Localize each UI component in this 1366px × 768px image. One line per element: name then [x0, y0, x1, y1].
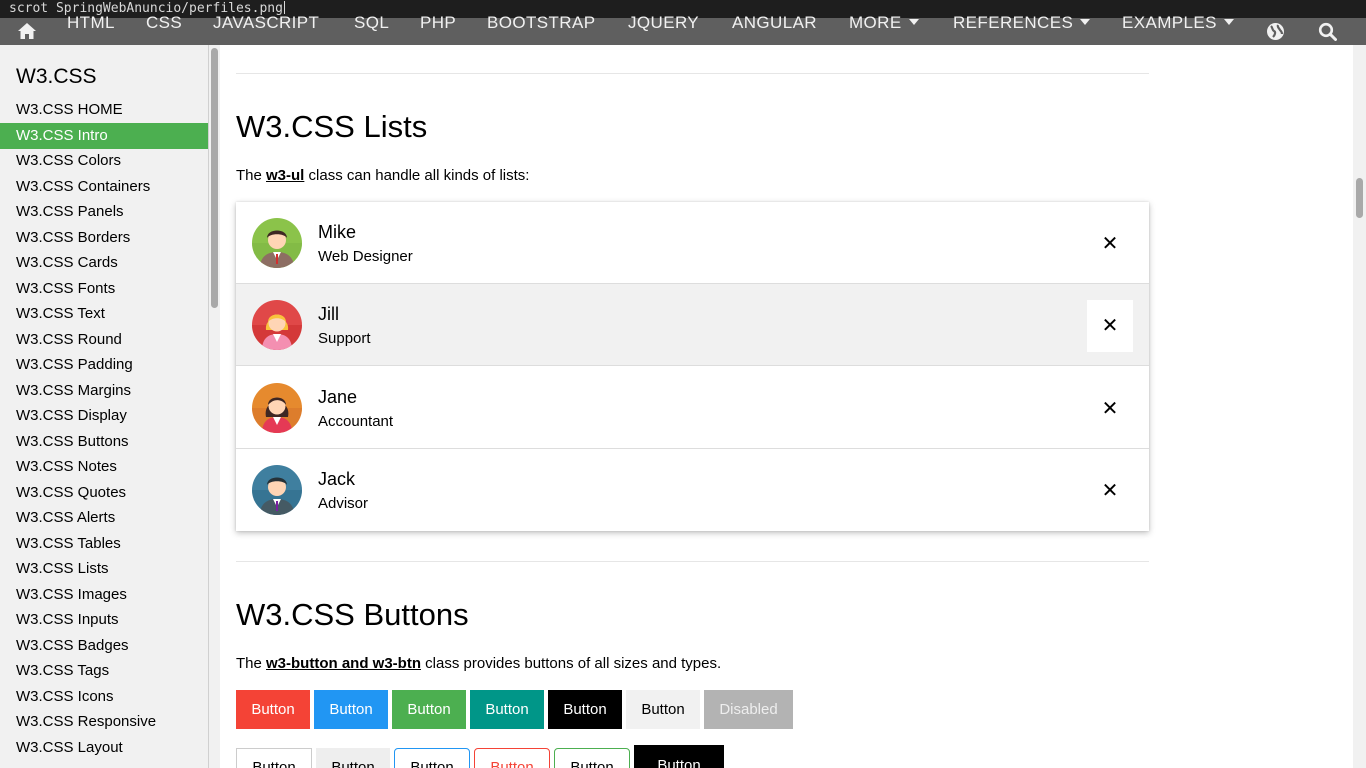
- person-role: Web Designer: [318, 248, 413, 265]
- page-scrollbar-thumb[interactable]: [1356, 178, 1363, 218]
- lists-heading: W3.CSS Lists: [236, 109, 428, 144]
- w3-button-link[interactable]: w3-button and w3-btn: [266, 655, 421, 672]
- home-icon[interactable]: [16, 20, 38, 42]
- search-icon[interactable]: [1318, 22, 1337, 41]
- page-scrollbar[interactable]: [1353, 45, 1366, 768]
- list-item[interactable]: Jack Advisor ✕: [236, 449, 1149, 531]
- lists-intro: The w3-ul class can handle all kinds of …: [236, 167, 530, 184]
- sidebar-item-w3-css-buttons[interactable]: W3.CSS Buttons: [0, 429, 208, 455]
- sidebar-item-w3-css-colors[interactable]: W3.CSS Colors: [0, 148, 208, 174]
- nav-examples[interactable]: EXAMPLES: [1122, 14, 1234, 45]
- sidebar-scrollbar[interactable]: [208, 45, 220, 768]
- sidebar-item-w3-css-containers[interactable]: W3.CSS Containers: [0, 174, 208, 200]
- demo-button[interactable]: Button: [626, 690, 700, 729]
- nav-php[interactable]: PHP: [420, 14, 456, 45]
- sidebar-item-w3-css-margins[interactable]: W3.CSS Margins: [0, 378, 208, 404]
- demo-button[interactable]: Button: [554, 748, 630, 768]
- caret-down-icon: [908, 19, 919, 25]
- sidebar-item-w3-css-responsive[interactable]: W3.CSS Responsive: [0, 709, 208, 735]
- sidebar-item-w3-css-images[interactable]: W3.CSS Images: [0, 582, 208, 608]
- female-avatar-icon: [252, 300, 302, 350]
- sidebar-item-w3-css-icons[interactable]: W3.CSS Icons: [0, 684, 208, 710]
- nav-html[interactable]: HTML: [67, 14, 115, 45]
- w3-ul-link[interactable]: w3-ul: [266, 167, 304, 184]
- nav-css[interactable]: CSS: [146, 14, 182, 45]
- demo-button[interactable]: Button: [474, 748, 550, 768]
- sidebar-item-w3-css-text[interactable]: W3.CSS Text: [0, 301, 208, 327]
- list-item[interactable]: Jill Support ✕: [236, 284, 1149, 366]
- sidebar-item-w3-css-home[interactable]: W3.CSS HOME: [0, 97, 208, 123]
- sidebar-item-w3-css-notes[interactable]: W3.CSS Notes: [0, 454, 208, 480]
- top-navbar: HTML CSS JAVASCRIPT SQL PHP BOOTSTRAP JQ…: [0, 14, 1366, 45]
- disabled-button: Disabled: [704, 690, 793, 729]
- divider: [236, 561, 1149, 562]
- person-name: Jane: [318, 387, 358, 407]
- close-icon[interactable]: ✕: [1087, 218, 1133, 270]
- buttons-heading: W3.CSS Buttons: [236, 597, 469, 632]
- list-item[interactable]: Mike Web Designer ✕: [236, 202, 1149, 284]
- close-icon[interactable]: ✕: [1087, 383, 1133, 435]
- person-name: Jack: [318, 469, 356, 489]
- nav-references[interactable]: REFERENCES: [953, 14, 1091, 45]
- sidebar-title: W3.CSS: [16, 65, 97, 88]
- sidebar-item-w3-css-layout[interactable]: W3.CSS Layout: [0, 735, 208, 761]
- sidebar-item-w3-css-fonts[interactable]: W3.CSS Fonts: [0, 276, 208, 302]
- sidebar-item-w3-css-quotes[interactable]: W3.CSS Quotes: [0, 480, 208, 506]
- demo-button[interactable]: Button: [394, 748, 470, 768]
- sidebar-item-w3-css-lists[interactable]: W3.CSS Lists: [0, 556, 208, 582]
- demo-button[interactable]: Button: [316, 748, 390, 768]
- nav-bootstrap[interactable]: BOOTSTRAP: [487, 14, 595, 45]
- nav-angular[interactable]: ANGULAR: [732, 14, 817, 45]
- nav-jquery[interactable]: JQUERY: [628, 14, 699, 45]
- female-avatar-icon: [252, 383, 302, 433]
- sidebar-item-w3-css-panels[interactable]: W3.CSS Panels: [0, 199, 208, 225]
- sidebar-item-w3-css-tables[interactable]: W3.CSS Tables: [0, 531, 208, 557]
- sidebar-item-w3-css-badges[interactable]: W3.CSS Badges: [0, 633, 208, 659]
- demo-button[interactable]: Button: [392, 690, 466, 729]
- caret-down-icon: [1080, 19, 1091, 25]
- sidebar-item-w3-css-intro[interactable]: W3.CSS Intro: [0, 122, 208, 149]
- male-avatar-icon: [252, 465, 302, 515]
- person-role: Advisor: [318, 495, 369, 512]
- close-icon[interactable]: ✕: [1087, 465, 1133, 517]
- demo-button[interactable]: Button: [634, 745, 724, 768]
- sidebar-item-w3-css-display[interactable]: W3.CSS Display: [0, 403, 208, 429]
- list-item[interactable]: Jane Accountant ✕: [236, 367, 1149, 449]
- sidebar-item-w3-css-borders[interactable]: W3.CSS Borders: [0, 225, 208, 251]
- globe-icon[interactable]: [1266, 22, 1285, 41]
- sidebar: W3.CSS W3.CSS HOME W3.CSS Intro W3.CSS Col…: [0, 45, 208, 768]
- demo-button[interactable]: Button: [548, 690, 622, 729]
- demo-button[interactable]: Button: [236, 690, 310, 729]
- person-name: Mike: [318, 222, 357, 242]
- person-role: Accountant: [318, 413, 394, 430]
- sidebar-item-w3-css-round[interactable]: W3.CSS Round: [0, 327, 208, 353]
- divider: [236, 73, 1149, 74]
- sidebar-item-w3-css-cards[interactable]: W3.CSS Cards: [0, 250, 208, 276]
- nav-more[interactable]: MORE: [849, 14, 919, 45]
- sidebar-item-w3-css-alerts[interactable]: W3.CSS Alerts: [0, 505, 208, 531]
- nav-javascript[interactable]: JAVASCRIPT: [213, 14, 319, 45]
- sidebar-item-w3-css-tags[interactable]: W3.CSS Tags: [0, 658, 208, 684]
- sidebar-scrollbar-thumb[interactable]: [211, 48, 218, 308]
- close-icon[interactable]: ✕: [1087, 300, 1133, 352]
- demo-button[interactable]: Button: [470, 690, 544, 729]
- demo-button[interactable]: Button: [236, 748, 312, 768]
- people-list: Mike Web Designer ✕ Jill Support ✕ Jane …: [236, 202, 1149, 531]
- sidebar-item-w3-css-inputs[interactable]: W3.CSS Inputs: [0, 607, 208, 633]
- demo-button[interactable]: Button: [314, 690, 388, 729]
- sidebar-item-w3-css-padding[interactable]: W3.CSS Padding: [0, 352, 208, 378]
- nav-sql[interactable]: SQL: [354, 14, 389, 45]
- buttons-intro: The w3-button and w3-btn class provides …: [236, 655, 722, 672]
- person-name: Jill: [318, 304, 339, 324]
- caret-down-icon: [1223, 19, 1234, 25]
- male-avatar-icon: [252, 218, 302, 268]
- person-role: Support: [318, 330, 371, 347]
